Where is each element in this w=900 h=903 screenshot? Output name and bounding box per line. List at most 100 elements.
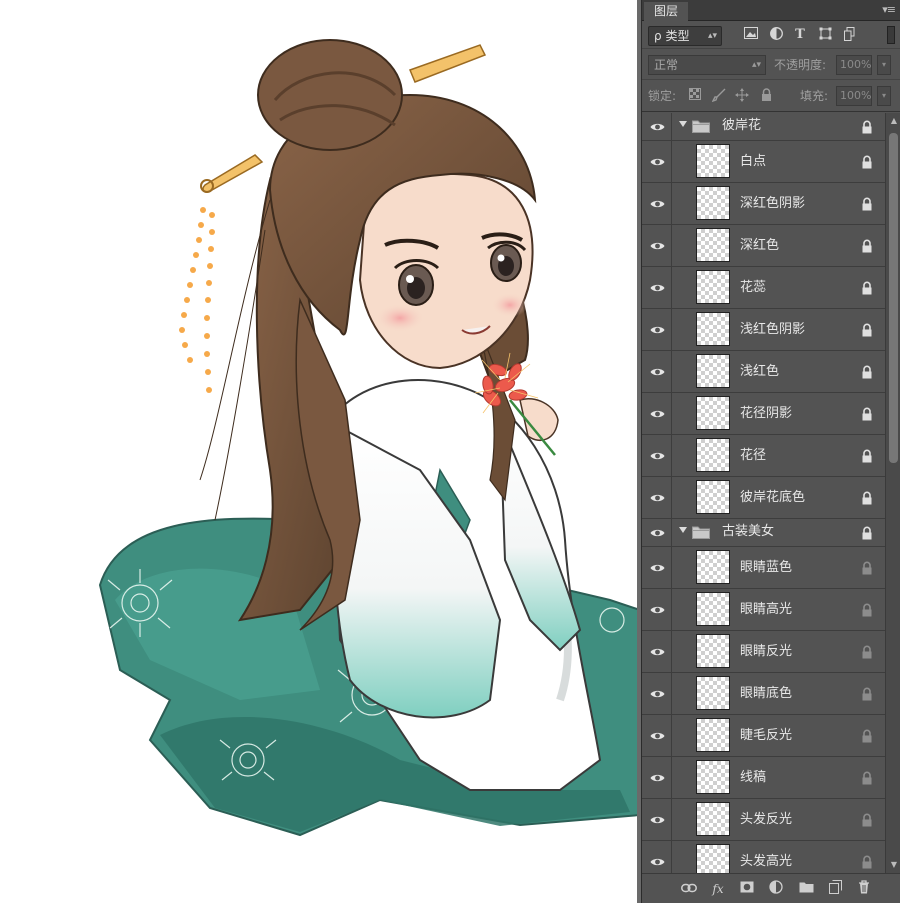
layer-thumbnail[interactable] — [696, 802, 730, 836]
visibility-eye-icon[interactable] — [642, 183, 672, 224]
fx-icon[interactable]: fx — [709, 880, 727, 898]
layer-name[interactable]: 白点 — [740, 141, 766, 182]
visibility-eye-icon[interactable] — [642, 715, 672, 756]
layer-thumbnail[interactable] — [696, 312, 730, 346]
layer-row[interactable]: 睫毛反光 — [642, 715, 885, 757]
layer-name[interactable]: 花径阴影 — [740, 393, 792, 434]
lock-position-move-icon[interactable] — [735, 88, 749, 102]
smart-object-filter-icon[interactable] — [842, 27, 858, 43]
layer-row[interactable]: 花径阴影 — [642, 393, 885, 435]
scroll-up-arrow-icon[interactable]: ▲ — [889, 116, 899, 126]
layer-row[interactable]: 白点 — [642, 141, 885, 183]
layer-thumbnail[interactable] — [696, 270, 730, 304]
layer-name[interactable]: 浅红色阴影 — [740, 309, 805, 350]
visibility-eye-icon[interactable] — [642, 351, 672, 392]
layer-thumbnail[interactable] — [696, 844, 730, 873]
visibility-eye-icon[interactable] — [642, 435, 672, 476]
layer-name[interactable]: 眼睛反光 — [740, 631, 792, 672]
fill-dropdown-button[interactable]: ▾ — [877, 86, 891, 106]
layer-name[interactable]: 线稿 — [740, 757, 766, 798]
layer-name[interactable]: 深红色阴影 — [740, 183, 805, 224]
layer-thumbnail[interactable] — [696, 396, 730, 430]
panel-menu-icon[interactable]: ▾≡ — [882, 2, 896, 18]
layer-name[interactable]: 浅红色 — [740, 351, 779, 392]
layer-row[interactable]: 眼睛底色 — [642, 673, 885, 715]
layer-row[interactable]: 眼睛蓝色 — [642, 547, 885, 589]
layer-thumbnail[interactable] — [696, 438, 730, 472]
layer-name[interactable]: 深红色 — [740, 225, 779, 266]
layer-thumbnail[interactable] — [696, 592, 730, 626]
layer-row[interactable]: 深红色阴影 — [642, 183, 885, 225]
adjustment-layer-icon[interactable] — [767, 880, 785, 898]
visibility-eye-icon[interactable] — [642, 267, 672, 308]
type-filter-icon[interactable]: T — [792, 27, 808, 43]
link-layers-icon[interactable] — [680, 880, 698, 898]
layer-name[interactable]: 头发反光 — [740, 799, 792, 840]
layer-row[interactable]: 头发反光 — [642, 799, 885, 841]
layer-row[interactable]: 浅红色 — [642, 351, 885, 393]
layer-row[interactable]: 彼岸花底色 — [642, 477, 885, 519]
visibility-eye-icon[interactable] — [642, 141, 672, 182]
visibility-eye-icon[interactable] — [642, 477, 672, 518]
layer-thumbnail[interactable] — [696, 634, 730, 668]
visibility-eye-icon[interactable] — [642, 589, 672, 630]
visibility-eye-icon[interactable] — [642, 309, 672, 350]
layer-name[interactable]: 彼岸花底色 — [740, 477, 805, 518]
group-expand-caret-icon[interactable] — [679, 121, 687, 127]
lock-image-brush-icon[interactable] — [711, 88, 726, 103]
lock-all-icon[interactable] — [759, 88, 773, 102]
opacity-field[interactable]: 100% — [836, 55, 872, 75]
group-expand-caret-icon[interactable] — [679, 527, 687, 533]
opacity-dropdown-button[interactable]: ▾ — [877, 55, 891, 75]
new-group-icon[interactable] — [797, 880, 815, 898]
layer-thumbnail[interactable] — [696, 228, 730, 262]
layer-name[interactable]: 眼睛蓝色 — [740, 547, 792, 588]
layer-row[interactable]: 线稿 — [642, 757, 885, 799]
layer-row[interactable]: 花径 — [642, 435, 885, 477]
scroll-down-arrow-icon[interactable]: ▼ — [889, 860, 899, 870]
visibility-eye-icon[interactable] — [642, 519, 672, 546]
layer-thumbnail[interactable] — [696, 354, 730, 388]
layer-thumbnail[interactable] — [696, 760, 730, 794]
visibility-eye-icon[interactable] — [642, 673, 672, 714]
layer-name[interactable]: 头发高光 — [740, 841, 792, 873]
layer-name[interactable]: 睫毛反光 — [740, 715, 792, 756]
layer-group-row[interactable]: 彼岸花 — [642, 113, 885, 141]
delete-layer-icon[interactable] — [855, 880, 873, 898]
tab-layers[interactable]: 图层 — [644, 2, 688, 21]
filter-kind-select[interactable]: ρ 类型 ▴▾ — [648, 26, 722, 46]
visibility-eye-icon[interactable] — [642, 841, 672, 873]
blend-mode-select[interactable]: 正常 ▴▾ — [648, 55, 766, 75]
shape-filter-icon[interactable] — [817, 27, 833, 43]
layer-name[interactable]: 眼睛高光 — [740, 589, 792, 630]
scrollbar-thumb[interactable] — [889, 133, 898, 463]
visibility-eye-icon[interactable] — [642, 393, 672, 434]
adjustment-filter-icon[interactable] — [768, 27, 784, 43]
layer-row[interactable]: 浅红色阴影 — [642, 309, 885, 351]
visibility-eye-icon[interactable] — [642, 225, 672, 266]
visibility-eye-icon[interactable] — [642, 631, 672, 672]
layer-thumbnail[interactable] — [696, 144, 730, 178]
layer-row[interactable]: 花蕊 — [642, 267, 885, 309]
layer-group-row[interactable]: 古装美女 — [642, 519, 885, 547]
layer-row[interactable]: 眼睛高光 — [642, 589, 885, 631]
visibility-eye-icon[interactable] — [642, 547, 672, 588]
layer-row[interactable]: 深红色 — [642, 225, 885, 267]
document-canvas[interactable] — [0, 0, 641, 903]
layer-name[interactable]: 花径 — [740, 435, 766, 476]
layer-thumbnail[interactable] — [696, 718, 730, 752]
visibility-eye-icon[interactable] — [642, 113, 672, 140]
layer-thumbnail[interactable] — [696, 550, 730, 584]
layer-thumbnail[interactable] — [696, 676, 730, 710]
image-filter-icon[interactable] — [743, 27, 759, 43]
layers-scrollbar[interactable]: ▲ ▼ — [885, 113, 900, 873]
layer-name[interactable]: 花蕊 — [740, 267, 766, 308]
new-layer-icon[interactable] — [826, 880, 844, 898]
fill-field[interactable]: 100% — [836, 86, 872, 106]
layer-name[interactable]: 眼睛底色 — [740, 673, 792, 714]
layer-thumbnail[interactable] — [696, 186, 730, 220]
layer-row[interactable]: 头发高光 — [642, 841, 885, 873]
lock-transparent-icon[interactable] — [688, 88, 702, 102]
visibility-eye-icon[interactable] — [642, 799, 672, 840]
filter-toggle-switch[interactable] — [887, 26, 895, 44]
